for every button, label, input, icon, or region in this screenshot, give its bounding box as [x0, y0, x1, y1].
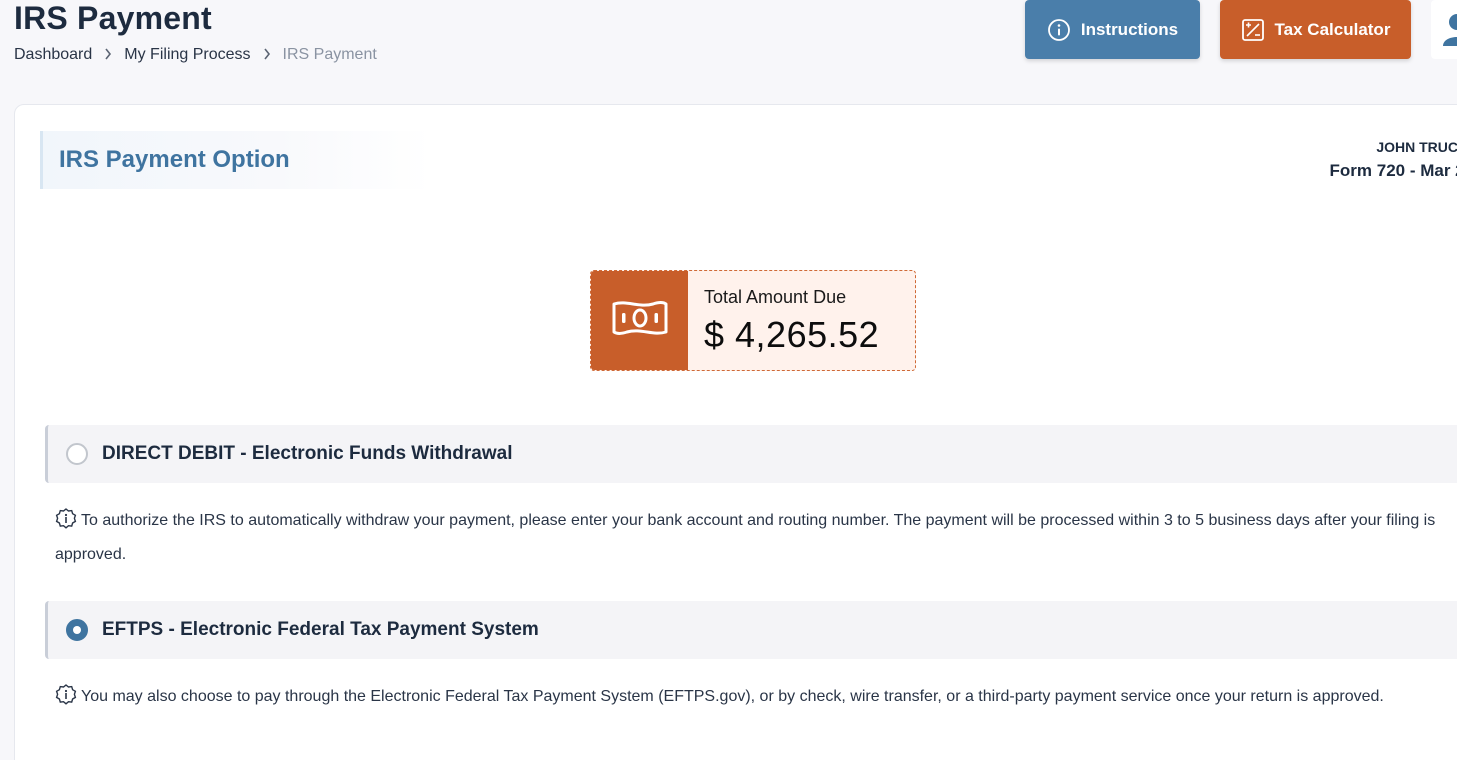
radio-direct-debit[interactable] — [66, 443, 88, 465]
amount-value: $ 4,265.52 — [704, 314, 880, 355]
option-direct-debit-label: DIRECT DEBIT - Electronic Funds Withdraw… — [102, 443, 513, 464]
option-eftps[interactable]: EFTPS - Electronic Federal Tax Payment S… — [45, 601, 1457, 659]
option-eftps-label: EFTPS - Electronic Federal Tax Payment S… — [102, 619, 539, 640]
instructions-button[interactable]: Instructions — [1025, 0, 1200, 59]
amount-icon-box — [591, 271, 688, 370]
info-badge-icon — [55, 508, 77, 540]
calculator-icon — [1241, 18, 1265, 42]
chevron-right-icon — [263, 47, 271, 63]
section-header: IRS Payment Option — [40, 131, 432, 189]
tax-calculator-button[interactable]: Tax Calculator — [1220, 0, 1411, 59]
radio-eftps[interactable] — [66, 619, 88, 641]
breadcrumb: Dashboard My Filing Process IRS Payment — [14, 46, 377, 64]
client-info: JOHN TRUCKING Form 720 - Mar 2026 — [1330, 139, 1457, 181]
amount-text: Total Amount Due $ 4,265.52 — [688, 271, 879, 370]
form-period: Form 720 - Mar 2026 — [1329, 161, 1457, 180]
chevron-right-icon — [104, 47, 112, 63]
option-direct-debit[interactable]: DIRECT DEBIT - Electronic Funds Withdraw… — [45, 425, 1457, 483]
amount-label: Total Amount Due — [704, 287, 847, 307]
banknote-icon — [611, 298, 669, 343]
info-circle-icon — [1047, 18, 1071, 42]
account-button[interactable] — [1431, 0, 1457, 59]
total-amount-box: Total Amount Due $ 4,265.52 — [590, 270, 916, 371]
direct-debit-info: To authorize the IRS to automatically wi… — [55, 506, 1455, 569]
breadcrumb-irs-payment: IRS Payment — [282, 46, 377, 63]
tax-calculator-label: Tax Calculator — [1274, 19, 1391, 39]
direct-debit-info-text: To authorize the IRS to automatically wi… — [55, 512, 1436, 563]
eftps-info: You may also choose to pay through the E… — [55, 682, 1455, 716]
instructions-label: Instructions — [1080, 19, 1179, 39]
page: IRS Payment Dashboard My Filing Process … — [0, 0, 1457, 760]
page-title: IRS Payment — [14, 0, 212, 36]
info-badge-icon — [55, 684, 77, 716]
client-name: JOHN TRUCKING — [1376, 139, 1457, 155]
breadcrumb-dashboard[interactable]: Dashboard — [14, 46, 92, 64]
eftps-info-text: You may also choose to pay through the E… — [81, 688, 1384, 705]
payment-card: IRS Payment Option JOHN TRUCKING Form 72… — [14, 104, 1457, 760]
breadcrumb-filing-process[interactable]: My Filing Process — [124, 46, 250, 64]
section-title: IRS Payment Option — [59, 146, 290, 173]
